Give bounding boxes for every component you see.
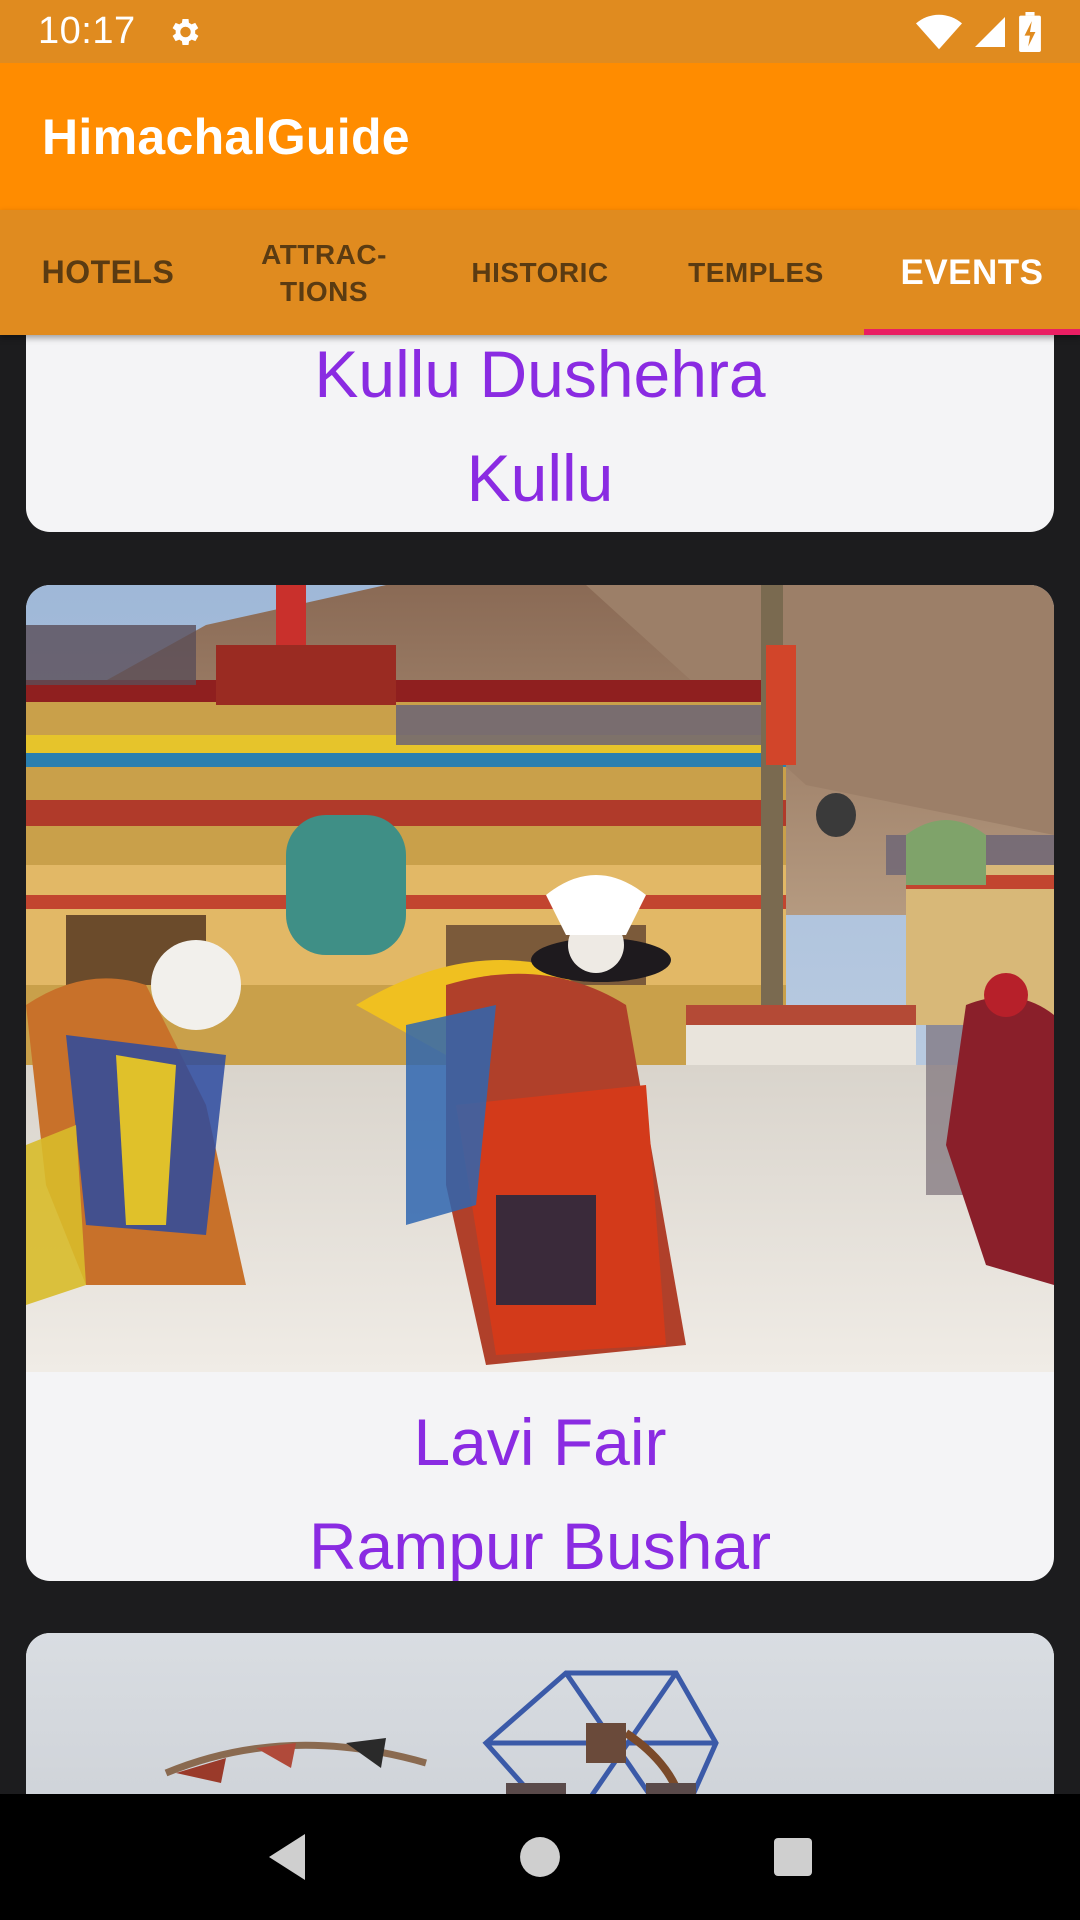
recents-icon[interactable] xyxy=(753,1817,833,1897)
status-icons xyxy=(916,11,1042,52)
tab-attractions[interactable]: ATTRAC- TIONS xyxy=(216,210,432,335)
event-card[interactable] xyxy=(26,1633,1054,1794)
event-location: Rampur Bushar xyxy=(308,1509,772,1581)
home-icon[interactable] xyxy=(500,1817,580,1897)
gear-icon xyxy=(172,18,198,45)
event-name: Kullu Dushehra xyxy=(314,337,766,411)
tab-events[interactable]: EVENTS xyxy=(864,210,1080,335)
events-list[interactable]: Kullu Dushehra Kullu Lavi Fair Rampur Bu… xyxy=(0,335,1080,1794)
screen: 10:17 HimachalGuide HOTELS ATTRAC- TIONS xyxy=(0,0,1080,1920)
status-time: 10:17 xyxy=(38,10,136,52)
event-location: Kullu xyxy=(466,441,614,515)
event-card[interactable]: Lavi Fair Rampur Bushar xyxy=(26,585,1054,1581)
wifi-icon xyxy=(916,14,962,49)
festival-dancers-photo xyxy=(26,585,1054,1372)
event-card[interactable]: Kullu Dushehra Kullu xyxy=(26,335,1054,532)
nav-bar xyxy=(0,1794,1080,1920)
tab-temples[interactable]: TEMPLES xyxy=(648,210,864,335)
signal-icon xyxy=(975,16,1005,47)
app-title: HimachalGuide xyxy=(42,108,410,165)
status-bar: 10:17 xyxy=(0,0,1080,63)
tab-historic[interactable]: HISTORIC xyxy=(432,210,648,335)
battery-icon xyxy=(1019,11,1041,52)
tab-bar: HOTELS ATTRAC- TIONS HISTORIC TEMPLES EV… xyxy=(0,210,1080,335)
app-bar: HimachalGuide xyxy=(0,63,1080,210)
event-name: Lavi Fair xyxy=(413,1405,667,1479)
back-icon[interactable] xyxy=(247,1817,327,1897)
tab-hotels[interactable]: HOTELS xyxy=(0,210,216,335)
ferris-wheel-fair-photo xyxy=(26,1633,1054,1794)
